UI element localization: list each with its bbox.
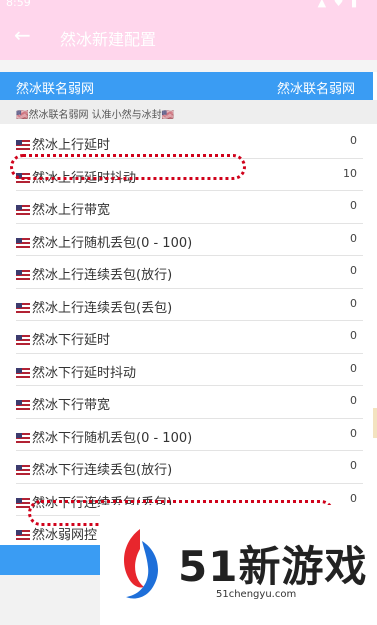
setting-row-up-random-loss[interactable]: 然冰上行随机丢包(0 - 100) 0 [16, 224, 363, 256]
setting-row-down-jitter[interactable]: 然冰下行延时抖动 0 [16, 354, 363, 386]
setting-value: 0 [350, 361, 357, 375]
setting-label: 然冰上行连续丢包(放行) [32, 268, 173, 283]
setting-row-down-random-loss[interactable]: 然冰下行随机丢包(0 - 100) 0 [16, 419, 363, 451]
setting-label: 然冰下行带宽 [32, 398, 111, 413]
watermark-brand: 51新游戏 [178, 542, 368, 591]
setting-value: 0 [350, 426, 357, 440]
setting-label: 然冰上行随机丢包(0 - 100) [32, 235, 193, 251]
us-flag-icon [16, 205, 30, 215]
setting-value: 0 [350, 329, 357, 342]
bottom-action-bar[interactable] [0, 545, 100, 575]
app-bar: ← 然冰新建配置 [0, 14, 377, 60]
us-flag-icon [16, 497, 30, 508]
watermark-site: 51chengyu.com [216, 589, 297, 600]
setting-value: 0 [350, 394, 357, 407]
watermark-logo-icon [124, 529, 158, 599]
setting-value: 0 [350, 134, 357, 147]
setting-label: 然冰下行延时 [32, 333, 111, 348]
banner-right-label: 然冰联名弱网 [276, 82, 355, 97]
setting-label: 然冰下行连续丢包(放行) [32, 463, 173, 478]
us-flag-icon [16, 237, 30, 248]
us-flag-icon [16, 140, 30, 150]
setting-row-down-burst-pass[interactable]: 然冰下行连续丢包(放行) 0 [16, 451, 363, 484]
info-note: 🇺🇸然冰联名弱网 认准小然与冰封🇺🇸 [0, 100, 377, 124]
setting-label: 然冰下行延时抖动 [32, 365, 137, 381]
setting-label: 然冰上行延时 [32, 138, 111, 153]
setting-label: 然冰弱网控 [32, 528, 98, 543]
status-bar: 8:59 ▲ ♥ ▮ [0, 0, 377, 14]
us-flag-icon [16, 530, 30, 540]
us-flag-icon [16, 302, 30, 313]
status-time: 8:59 [6, 0, 31, 9]
setting-row-up-bandwidth[interactable]: 然冰上行带宽 0 [16, 191, 363, 224]
setting-row-down-bandwidth[interactable]: 然冰下行带宽 0 [16, 386, 363, 419]
info-note-text: 🇺🇸然冰联名弱网 认准小然与冰封🇺🇸 [16, 110, 175, 121]
setting-value: 0 [350, 231, 357, 245]
setting-value: 0 [350, 459, 357, 472]
setting-label: 然冰下行随机丢包(0 - 100) [32, 430, 193, 446]
setting-row-up-burst-pass[interactable]: 然冰上行连续丢包(放行) 0 [16, 256, 363, 289]
back-arrow-icon[interactable]: ← [14, 24, 36, 46]
us-flag-icon [16, 270, 30, 280]
us-flag-icon [16, 400, 30, 410]
us-flag-icon [16, 367, 30, 378]
highlight-outline-jitter [10, 154, 246, 180]
setting-row-up-burst-drop[interactable]: 然冰上行连续丢包(丢包) 0 [16, 289, 363, 321]
setting-label: 然冰上行带宽 [32, 203, 111, 218]
setting-value: 0 [350, 491, 357, 505]
scroll-edge [373, 408, 377, 438]
us-flag-icon [16, 432, 30, 443]
setting-label: 然冰上行连续丢包(丢包) [32, 300, 173, 316]
us-flag-icon [16, 465, 30, 475]
profile-banner[interactable]: 然冰联名弱网 然冰联名弱网 [0, 72, 373, 100]
page-title: 然冰新建配置 [60, 30, 157, 49]
settings-list: 然冰上行延时 0 然冰上行延时抖动 10 然冰上行带宽 0 然冰上行随机丢包(0… [0, 126, 377, 549]
setting-row-down-delay[interactable]: 然冰下行延时 0 [16, 321, 363, 354]
us-flag-icon [16, 335, 30, 345]
setting-value: 10 [343, 166, 357, 180]
banner-left-label: 然冰联名弱网 [16, 82, 95, 97]
watermark-overlay: 51新游戏 51chengyu.com [100, 505, 377, 625]
setting-value: 0 [350, 199, 357, 212]
setting-value: 0 [350, 264, 357, 277]
divider [0, 60, 377, 72]
setting-value: 0 [350, 296, 357, 310]
status-icons: ▲ ♥ ▮ [317, 0, 359, 9]
